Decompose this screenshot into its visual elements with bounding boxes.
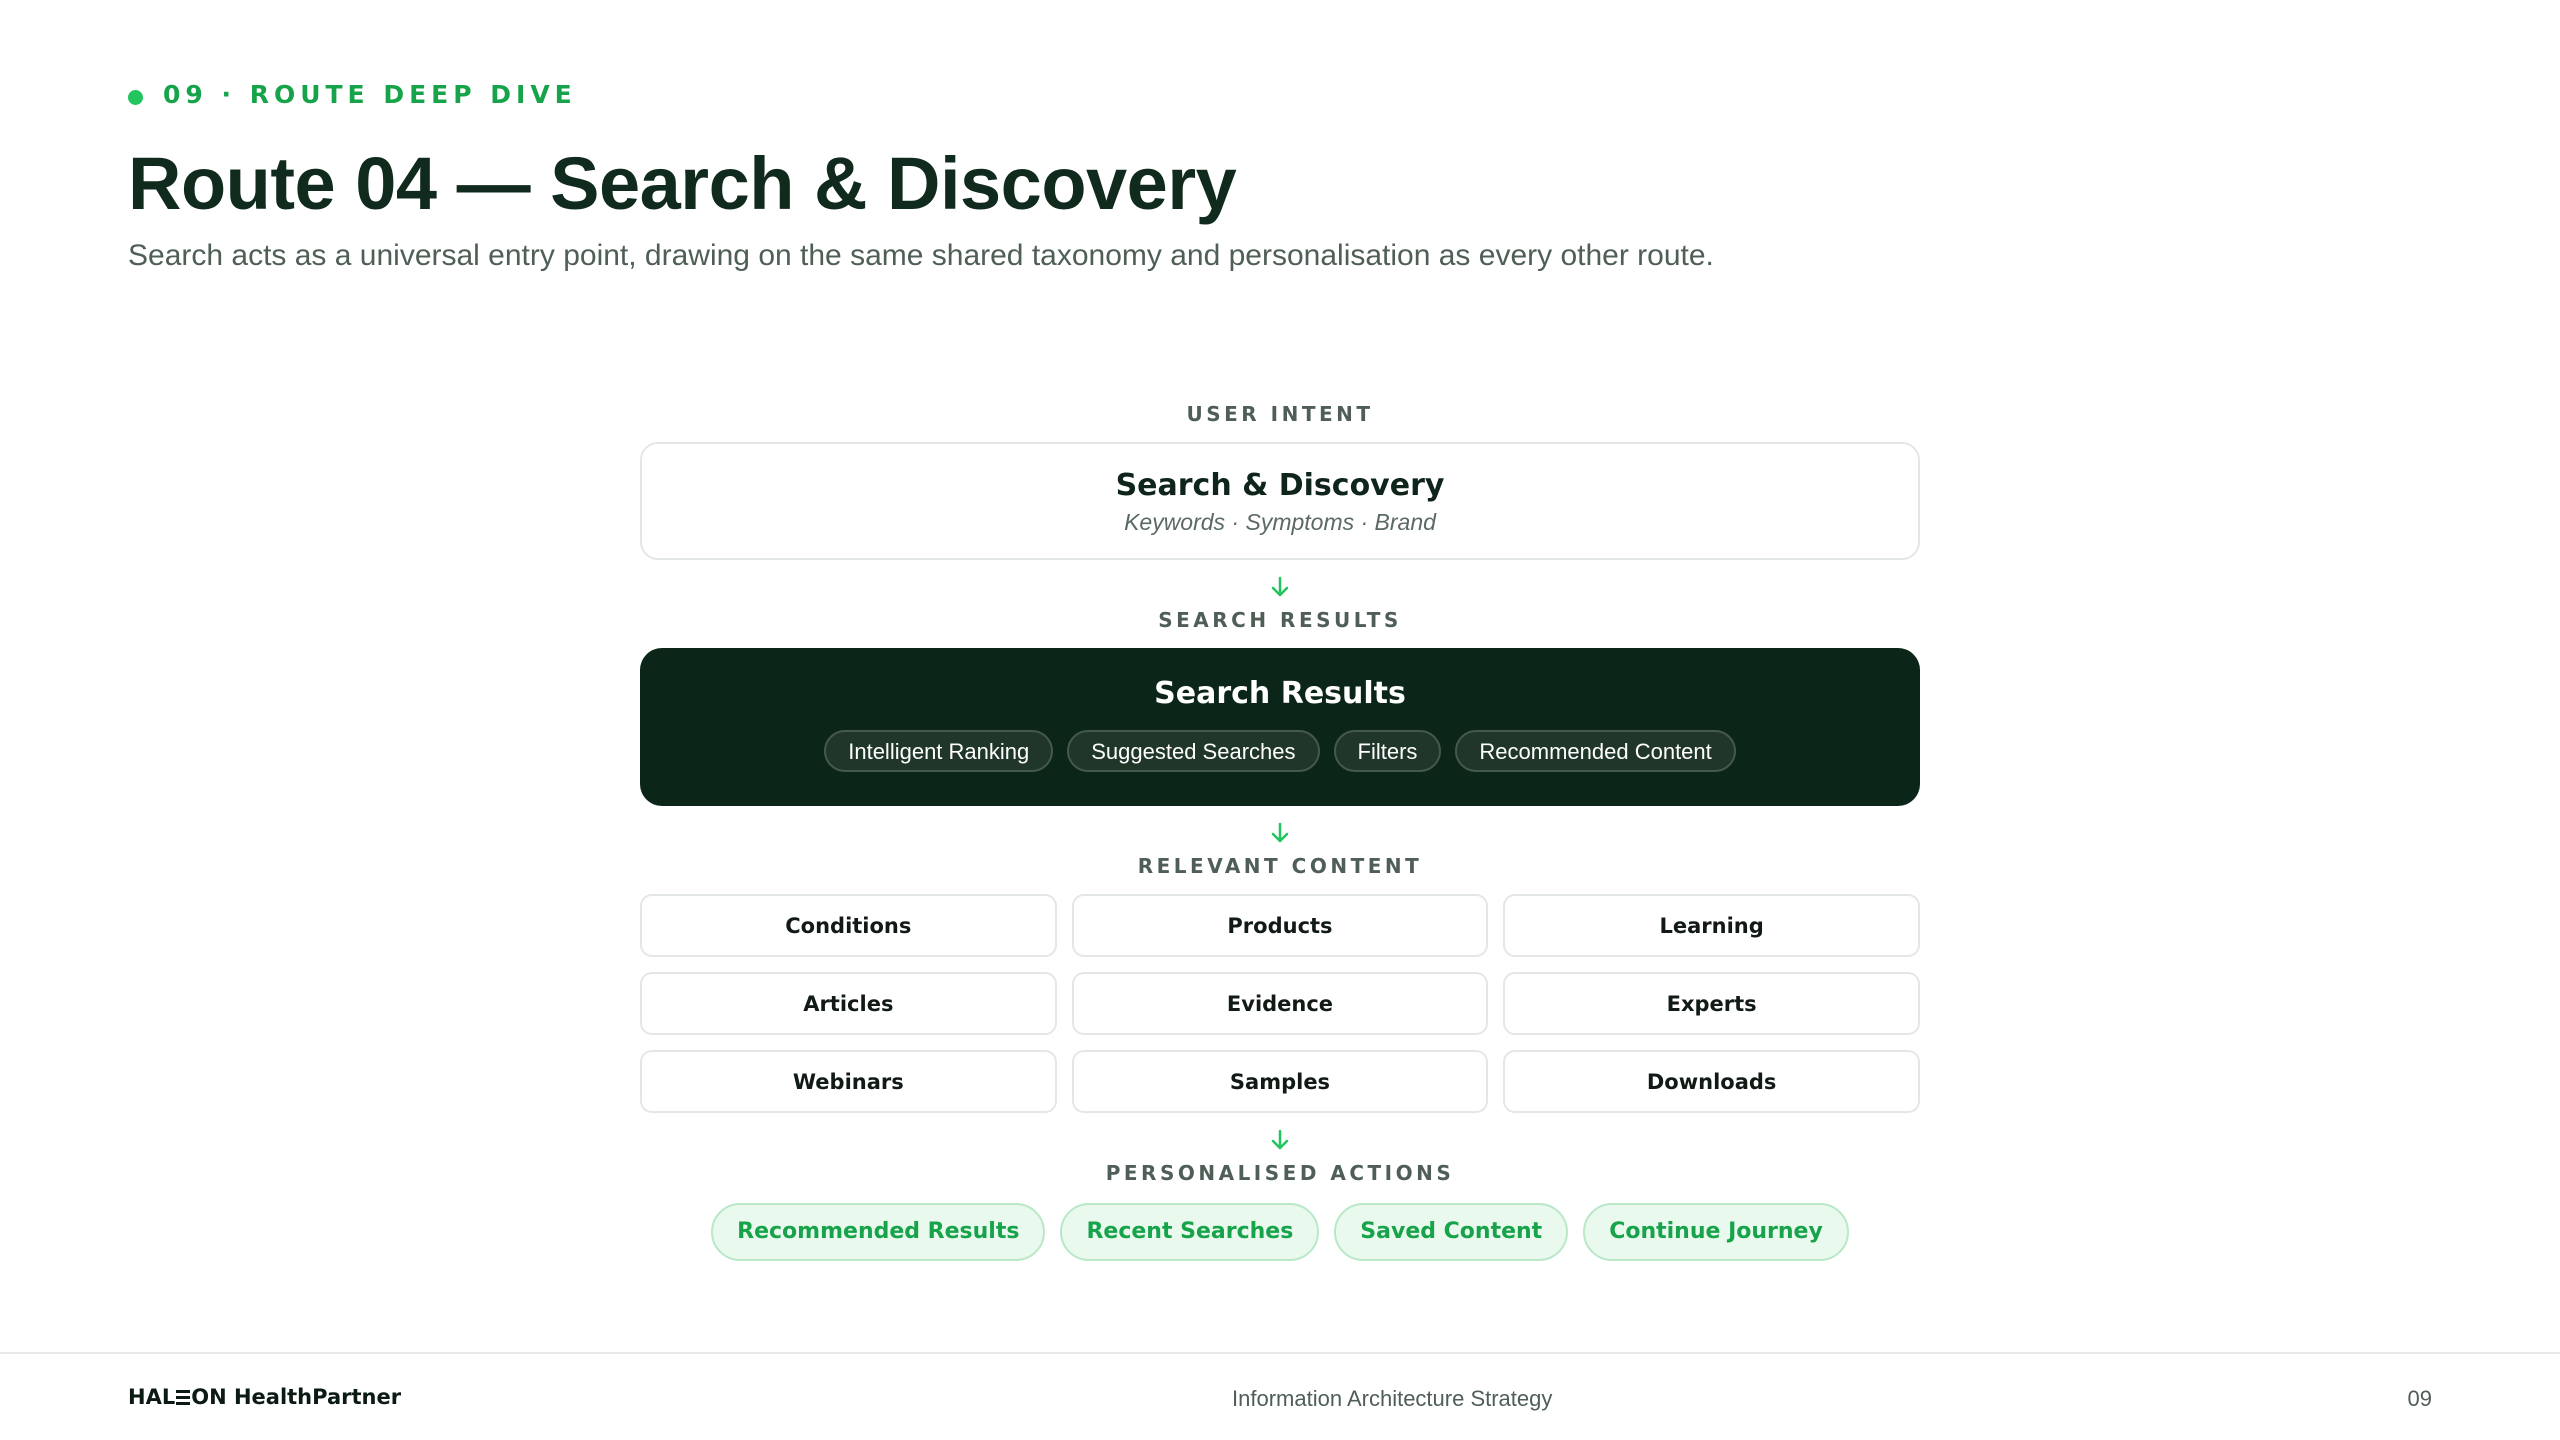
- slide-header: 09 · ROUTE DEEP DIVE Route 04 — Search &…: [128, 74, 2028, 276]
- stage-label-relevant-content: RELEVANT CONTENT: [1137, 854, 1423, 878]
- content-item-webinars: Webinars: [640, 1050, 1057, 1113]
- chip-recommended-content: Recommended Content: [1455, 730, 1736, 772]
- chip-filters: Filters: [1333, 730, 1442, 772]
- content-item-learning: Learning: [1503, 894, 1920, 957]
- content-item-experts: Experts: [1503, 972, 1920, 1035]
- chip-suggested-searches: Suggested Searches: [1067, 730, 1320, 772]
- footer-deck-title: Information Architecture Strategy: [1232, 1386, 1553, 1411]
- chip-intelligent-ranking: Intelligent Ranking: [824, 730, 1054, 772]
- content-item-articles: Articles: [640, 972, 1057, 1035]
- footer-page-number: 09: [2407, 1386, 2432, 1411]
- brand-logo: HAL ON HealthPartner: [128, 1382, 401, 1412]
- eyebrow-dot-icon: [128, 89, 143, 105]
- slide-footer: HAL ON HealthPartner Information Archite…: [0, 1352, 2560, 1440]
- section-eyebrow: 09 · ROUTE DEEP DIVE: [128, 74, 2028, 114]
- arrow-down-icon: [640, 806, 1920, 844]
- search-results-title: Search Results: [1154, 676, 1406, 711]
- action-recommended-results: Recommended Results: [711, 1203, 1046, 1261]
- page-title: Route 04 — Search & Discovery: [128, 142, 1237, 225]
- user-intent-title: Search & Discovery: [1115, 468, 1445, 503]
- brand-logo-text-right: ON HealthPartner: [191, 1385, 402, 1409]
- search-results-card: Search Results Intelligent Ranking Sugge…: [640, 648, 1920, 806]
- brand-logo-text-left: HAL: [128, 1385, 176, 1409]
- haleon-e-icon: [176, 1389, 191, 1405]
- stage-label-search-results: SEARCH RESULTS: [1158, 608, 1402, 632]
- search-flow-diagram: USER INTENT Search & Discovery Keywords …: [640, 392, 1920, 1261]
- arrow-down-icon: [640, 1113, 1920, 1151]
- content-item-products: Products: [1071, 894, 1489, 957]
- action-saved-content: Saved Content: [1334, 1203, 1569, 1261]
- content-item-downloads: Downloads: [1503, 1050, 1920, 1113]
- action-continue-journey: Continue Journey: [1583, 1203, 1849, 1261]
- user-intent-card: Search & Discovery Keywords · Symptoms ·…: [640, 442, 1920, 560]
- arrow-down-icon: [640, 560, 1920, 598]
- content-item-conditions: Conditions: [640, 894, 1057, 957]
- stage-label-personalised-actions: PERSONALISED ACTIONS: [1105, 1161, 1455, 1185]
- stage-label-user-intent: USER INTENT: [1186, 402, 1374, 426]
- search-results-chips: Intelligent Ranking Suggested Searches F…: [640, 730, 1920, 772]
- action-recent-searches: Recent Searches: [1060, 1203, 1320, 1261]
- relevant-content-grid: Conditions Products Learning Articles Ev…: [640, 894, 1920, 1113]
- page-subtitle: Search acts as a universal entry point, …: [128, 239, 1714, 272]
- personalised-actions-row: Recommended Results Recent Searches Save…: [640, 1203, 1920, 1261]
- content-item-samples: Samples: [1071, 1050, 1489, 1113]
- eyebrow-text: 09 · ROUTE DEEP DIVE: [163, 79, 577, 109]
- content-item-evidence: Evidence: [1071, 972, 1489, 1035]
- user-intent-subtitle: Keywords · Symptoms · Brand: [1124, 509, 1436, 535]
